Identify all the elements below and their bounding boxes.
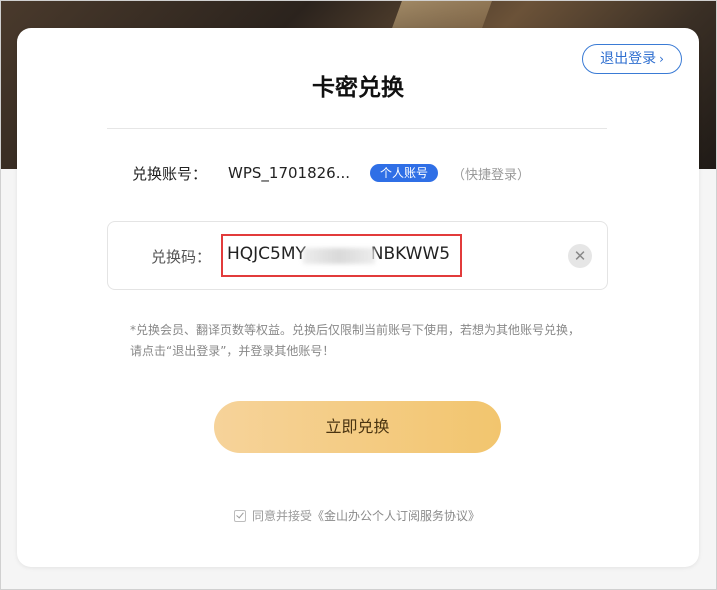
redeem-note: *兑换会员、翻译页数等权益。兑换后仅限制当前账号下使用，若想为其他账号兑换， 请… [130, 320, 590, 362]
redeem-card: 退出登录 › 卡密兑换 兑换账号： WPS_1701826... 个人账号 （快捷… [17, 28, 699, 567]
agreement-checkbox[interactable] [234, 509, 246, 522]
account-row: 兑换账号： WPS_1701826... 个人账号 （快捷登录） [132, 162, 530, 184]
account-type-badge: 个人账号 [370, 164, 439, 182]
title-divider [107, 128, 607, 129]
code-field-box: 兑换码： ✕ [107, 221, 608, 290]
chevron-right-icon: › [659, 52, 664, 66]
note-line-2: 请点击“退出登录”，并登录其他账号！ [130, 344, 335, 358]
agreement-prefix: 同意并接受 [252, 509, 313, 523]
close-icon[interactable]: ✕ [568, 244, 592, 268]
code-highlight-box [221, 234, 462, 277]
note-line-1: *兑换会员、翻译页数等权益。兑换后仅限制当前账号下使用，若想为其他账号兑换， [130, 323, 581, 337]
code-label: 兑换码： [151, 248, 212, 266]
quick-login-text: （快捷登录） [452, 167, 531, 183]
agreement-link[interactable]: 《金山办公个人订阅服务协议》 [312, 507, 480, 524]
account-value: WPS_1701826... [228, 164, 351, 182]
dialog-frame: 退出登录 › 卡密兑换 兑换账号： WPS_1701826... 个人账号 （快捷… [0, 0, 717, 590]
redeem-button[interactable]: 立即兑换 [214, 401, 501, 453]
logout-label: 退出登录 [600, 51, 657, 67]
agreement-row: 同意并接受 《金山办公个人订阅服务协议》 [234, 507, 480, 524]
account-label: 兑换账号： [132, 164, 208, 183]
page-title: 卡密兑换 [312, 75, 404, 101]
redacted-mask [303, 248, 375, 264]
